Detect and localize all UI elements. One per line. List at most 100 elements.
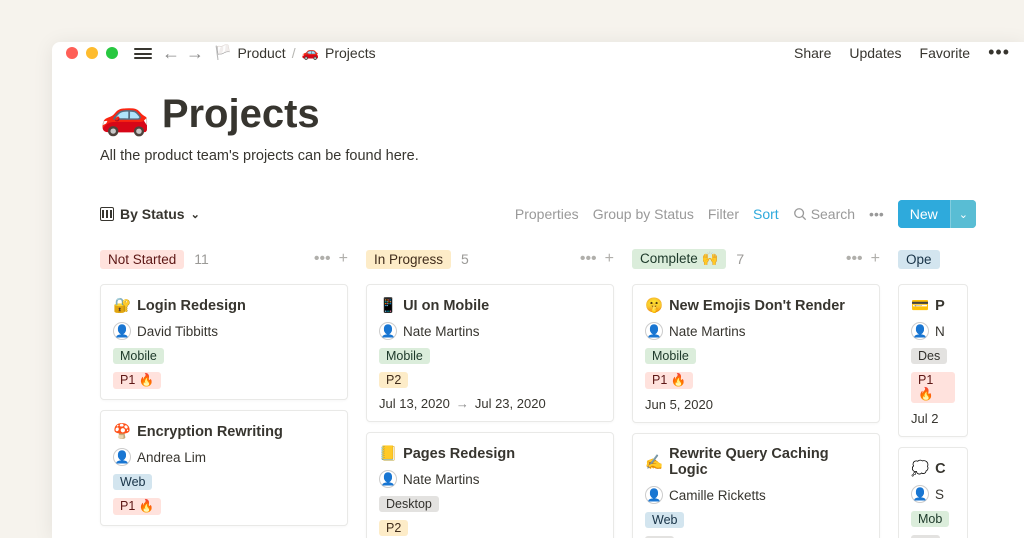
card-title: Pages Redesign — [403, 446, 515, 462]
maximize-window-icon[interactable] — [106, 47, 118, 59]
platform-chip: Des — [911, 348, 947, 364]
board-card[interactable]: 💭C👤SMobP4 — [898, 447, 968, 538]
card-dates: Jun 5, 2020 — [645, 397, 867, 412]
board-card[interactable]: ✍️ Rewrite Query Caching Logic 👤 Camille Ri… — [632, 433, 880, 538]
page-description[interactable]: All the product team's projects can be f… — [100, 148, 1024, 164]
platform-chip: Web — [113, 474, 152, 490]
toolbar-more-icon[interactable]: ••• — [869, 206, 884, 222]
card-emoji-icon: 🔐 — [113, 297, 131, 314]
new-dropdown-icon[interactable]: ⌄ — [950, 200, 976, 228]
priority-chip: P1 🔥 — [113, 372, 161, 389]
new-button[interactable]: New ⌄ — [898, 200, 976, 228]
board-column: Complete 🙌 7 ••• + 🤫 New Emojis Don't Render 👤… — [632, 246, 880, 538]
card-emoji-icon: 📒 — [379, 445, 397, 462]
priority-chip: P2 — [379, 520, 408, 536]
more-menu-icon[interactable]: ••• — [988, 42, 1010, 63]
platform-chip: Mobile — [113, 348, 164, 364]
page-title-text[interactable]: Projects — [162, 92, 320, 137]
column-header: Not Started11•••+ — [100, 246, 348, 272]
close-window-icon[interactable] — [66, 47, 78, 59]
forward-arrow-icon[interactable]: → — [186, 44, 204, 62]
avatar-icon: 👤 — [911, 322, 929, 340]
board-card[interactable]: 🍄Encryption Rewriting👤Andrea LimWebP1 🔥 — [100, 410, 348, 526]
breadcrumb-page[interactable]: Projects — [325, 45, 376, 61]
avatar-icon: 👤 — [645, 486, 663, 504]
column-status-tag[interactable]: In Progress — [366, 250, 451, 269]
app-window: ← → 🏳️ Product / 🚗 Projects Share Update… — [52, 42, 1024, 538]
hamburger-menu-icon[interactable] — [134, 46, 152, 60]
board-card[interactable]: 📱UI on Mobile👤Nate MartinsMobileP2Jul 13… — [366, 284, 614, 422]
avatar-icon: 👤 — [379, 322, 397, 340]
card-emoji-icon: 🤫 — [645, 297, 663, 314]
card-assignee: N — [935, 324, 945, 339]
group-by-button[interactable]: Group by Status — [593, 206, 694, 222]
card-title: C — [935, 461, 945, 477]
card-dates: Jul 2 — [911, 411, 955, 426]
column-status-tag[interactable]: Ope — [898, 250, 940, 269]
card-title: Rewrite Query Caching Logic — [669, 446, 867, 478]
board-card[interactable]: 🔐Login Redesign👤David TibbittsMobileP1 🔥 — [100, 284, 348, 400]
board-column: In Progress5•••+📱UI on Mobile👤Nate Marti… — [366, 246, 614, 538]
titlebar: ← → 🏳️ Product / 🚗 Projects Share Update… — [52, 42, 1024, 63]
priority-chip: P1 🔥 — [911, 372, 955, 403]
column-more-icon[interactable]: ••• — [846, 250, 863, 268]
board-column: Ope💳P👤NDesP1 🔥Jul 2💭C👤SMobP4 — [898, 246, 968, 538]
breadcrumb-parent-icon: 🏳️ — [214, 44, 231, 61]
page-title[interactable]: 🚗 Projects — [100, 91, 1024, 138]
platform-chip: Mobile — [645, 348, 696, 364]
minimize-window-icon[interactable] — [86, 47, 98, 59]
breadcrumb[interactable]: 🏳️ Product / 🚗 Projects — [214, 44, 376, 61]
search-button[interactable]: Search — [793, 206, 855, 222]
favorite-button[interactable]: Favorite — [920, 45, 971, 61]
card-title: Login Redesign — [137, 298, 246, 314]
search-icon — [793, 207, 807, 221]
avatar-icon: 👤 — [645, 322, 663, 340]
card-assignee: Camille Ricketts — [669, 488, 766, 503]
view-name: By Status — [120, 206, 185, 222]
window-controls — [66, 47, 118, 59]
card-emoji-icon: 💭 — [911, 460, 929, 477]
back-arrow-icon[interactable]: ← — [162, 44, 180, 62]
column-count: 7 — [736, 251, 744, 267]
titlebar-actions: Share Updates Favorite ••• — [794, 42, 1010, 63]
column-status-tag[interactable]: Not Started — [100, 250, 184, 269]
platform-chip: Web — [645, 512, 684, 528]
column-status-tag[interactable]: Complete 🙌 — [632, 249, 726, 269]
avatar-icon: 👤 — [911, 485, 929, 503]
board-card[interactable]: 📒Pages Redesign👤Nate MartinsDesktopP2 — [366, 432, 614, 538]
chevron-down-icon: ⌄ — [191, 208, 200, 221]
column-more-icon[interactable]: ••• — [314, 250, 331, 268]
page-content: 🚗 Projects All the product team's projec… — [52, 63, 1024, 538]
breadcrumb-separator: / — [292, 45, 296, 61]
properties-button[interactable]: Properties — [515, 206, 579, 222]
card-assignee: Nate Martins — [403, 324, 480, 339]
sort-button[interactable]: Sort — [753, 206, 779, 222]
priority-chip: P1 🔥 — [113, 498, 161, 515]
card-title: New Emojis Don't Render — [669, 298, 845, 314]
board-column: Not Started11•••+🔐Login Redesign👤David T… — [100, 246, 348, 538]
database-toolbar: By Status ⌄ Properties Group by Status F… — [100, 200, 1024, 228]
board-card[interactable]: 🤫 New Emojis Don't Render 👤 Nate Martins Mob… — [632, 284, 880, 423]
updates-button[interactable]: Updates — [849, 45, 901, 61]
view-selector[interactable]: By Status ⌄ — [100, 206, 200, 222]
column-add-icon[interactable]: + — [605, 250, 614, 268]
avatar-icon: 👤 — [113, 448, 131, 466]
platform-chip: Mobile — [379, 348, 430, 364]
priority-chip: P2 — [379, 372, 408, 388]
board-view-icon — [100, 207, 114, 221]
page-icon[interactable]: 🚗 — [100, 91, 150, 138]
card-emoji-icon: ✍️ — [645, 454, 663, 471]
card-assignee: Nate Martins — [669, 324, 746, 339]
column-more-icon[interactable]: ••• — [580, 250, 597, 268]
column-header: Complete 🙌 7 ••• + — [632, 246, 880, 272]
breadcrumb-parent[interactable]: Product — [237, 45, 285, 61]
column-add-icon[interactable]: + — [339, 250, 348, 268]
card-assignee: Nate Martins — [403, 472, 480, 487]
filter-button[interactable]: Filter — [708, 206, 739, 222]
card-title: P — [935, 298, 945, 314]
card-emoji-icon: 📱 — [379, 297, 397, 314]
date-arrow-icon: → — [456, 396, 469, 411]
board-card[interactable]: 💳P👤NDesP1 🔥Jul 2 — [898, 284, 968, 437]
share-button[interactable]: Share — [794, 45, 831, 61]
column-add-icon[interactable]: + — [871, 250, 880, 268]
